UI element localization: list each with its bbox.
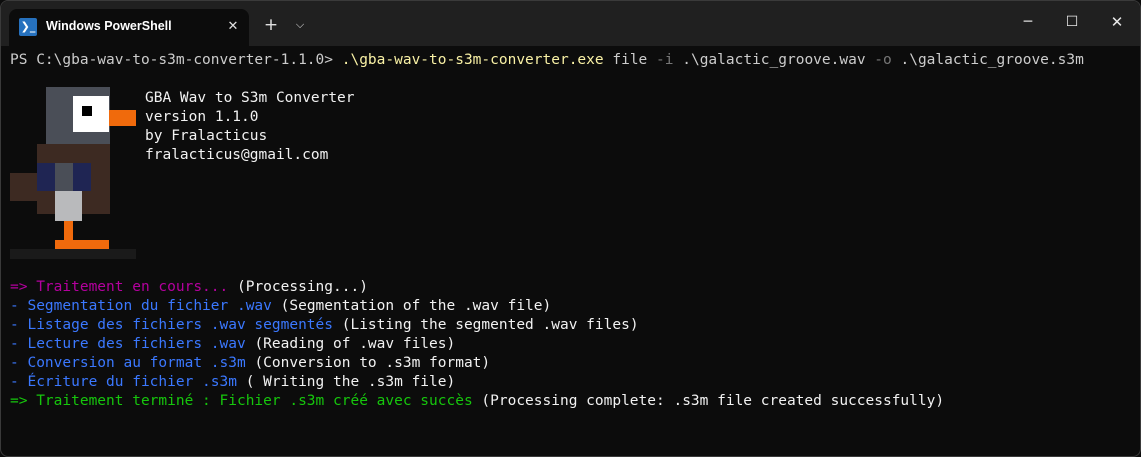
- command-arg: file: [603, 52, 657, 68]
- terminal-output[interactable]: PS C:\gba-wav-to-s3m-converter-1.1.0> .\…: [1, 46, 1140, 456]
- app-author: by Fralacticus: [145, 128, 268, 144]
- output-note: ( Writing the .s3m file): [245, 374, 456, 390]
- output-line: => Traitement en cours... (Processing...…: [10, 278, 368, 297]
- output-line: - Écriture du fichier .s3m ( Writing the…: [10, 373, 455, 392]
- output-note: (Conversion to .s3m format): [254, 355, 491, 371]
- output-note: (Listing the segmented .wav files): [341, 317, 639, 333]
- app-email: fralacticus@gmail.com: [145, 147, 329, 163]
- output-note: (Processing...): [236, 279, 368, 295]
- output-note: (Reading of .wav files): [254, 336, 456, 352]
- title-bar: ❯_ Windows PowerShell ✕ + ⌵ ─ ☐ ✕: [1, 1, 1140, 46]
- prompt: PS C:\gba-wav-to-s3m-converter-1.1.0>: [10, 52, 342, 68]
- maximize-button[interactable]: ☐: [1056, 7, 1088, 37]
- minimize-button[interactable]: ─: [1012, 7, 1044, 37]
- output-lead: - Écriture du fichier .s3m: [10, 374, 246, 390]
- flag-output: -o: [874, 52, 892, 68]
- output-line: - Segmentation du fichier .wav (Segmenta…: [10, 297, 551, 316]
- command-exe: .\gba-wav-to-s3m-converter.exe: [341, 52, 604, 68]
- output-line: - Conversion au format .s3m (Conversion …: [10, 354, 490, 373]
- output-note: (Processing complete: .s3m file created …: [481, 393, 945, 409]
- output-lead: - Conversion au format .s3m: [10, 355, 255, 371]
- output-line: => Traitement terminé : Fichier .s3m cré…: [10, 392, 944, 411]
- output-line: - Listage des fichiers .wav segmentés (L…: [10, 316, 639, 335]
- output-line: - Lecture des fichiers .wav (Reading of …: [10, 335, 455, 354]
- powershell-icon: ❯_: [19, 18, 37, 36]
- terminal-window: ❯_ Windows PowerShell ✕ + ⌵ ─ ☐ ✕ PS C:\…: [0, 0, 1141, 457]
- output-lead: => Traitement en cours...: [10, 279, 237, 295]
- command-line: PS C:\gba-wav-to-s3m-converter-1.1.0> .\…: [10, 51, 1084, 70]
- app-name: GBA Wav to S3m Converter: [145, 90, 355, 106]
- close-tab-icon[interactable]: ✕: [222, 15, 244, 39]
- tab-title: Windows PowerShell: [46, 19, 172, 33]
- close-window-button[interactable]: ✕: [1101, 7, 1133, 37]
- tab-windows-powershell[interactable]: ❯_ Windows PowerShell ✕: [9, 9, 249, 46]
- new-tab-button[interactable]: +: [259, 13, 283, 37]
- output-lead: - Lecture des fichiers .wav: [10, 336, 255, 352]
- app-version: version 1.1.0: [145, 109, 259, 125]
- input-path: .\galactic_groove.wav: [673, 52, 875, 68]
- output-note: (Segmentation of the .wav file): [280, 298, 552, 314]
- flag-input: -i: [656, 52, 674, 68]
- output-lead: - Segmentation du fichier .wav: [10, 298, 281, 314]
- output-lead: - Listage des fichiers .wav segmentés: [10, 317, 342, 333]
- chevron-down-icon[interactable]: ⌵: [289, 13, 311, 37]
- pixel-bird-logo: [10, 87, 136, 259]
- output-path: .\galactic_groove.s3m: [891, 52, 1084, 68]
- output-lead: => Traitement terminé : Fichier .s3m cré…: [10, 393, 482, 409]
